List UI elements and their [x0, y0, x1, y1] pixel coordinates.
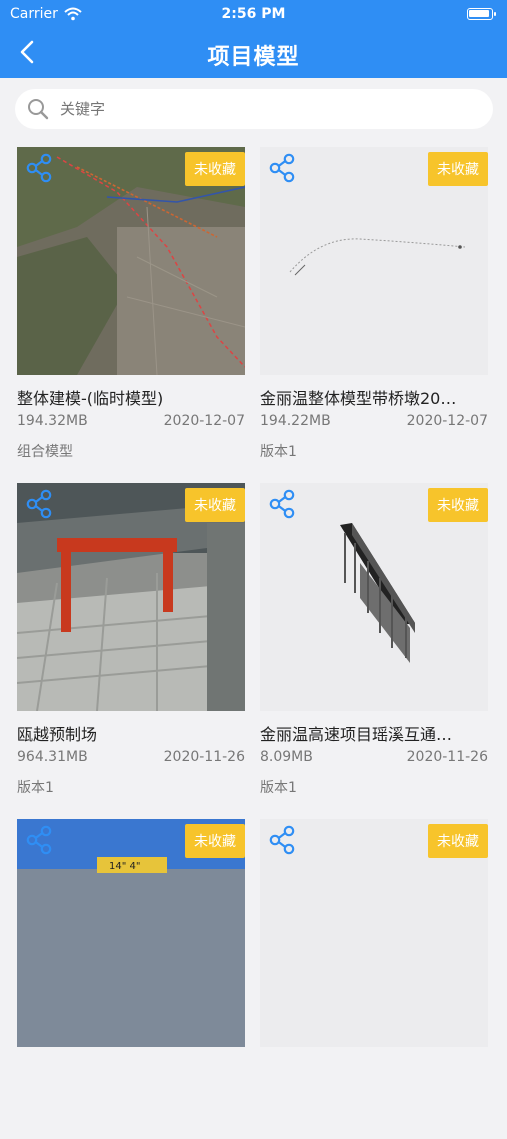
model-version: 版本1: [260, 444, 297, 460]
model-thumbnail[interactable]: 未收藏: [260, 483, 488, 711]
model-size: 194.32MB: [17, 413, 88, 429]
unfavorited-badge[interactable]: 未收藏: [185, 152, 245, 186]
search-input[interactable]: [60, 89, 480, 129]
svg-text:14" 4": 14" 4": [109, 861, 140, 872]
model-date: 2020-11-26: [406, 749, 488, 765]
share-icon[interactable]: [25, 489, 53, 519]
model-name: 瓯越预制场: [17, 725, 98, 744]
navigation-bar: 项目模型: [0, 30, 507, 74]
model-card[interactable]: 14" 4" 未收藏: [17, 819, 245, 1139]
model-date: 2020-12-07: [406, 413, 488, 429]
model-card[interactable]: 未收藏 整体建模-(临时模型) 194.32MB 2020-12-07 组合模型: [17, 147, 245, 467]
share-icon[interactable]: [268, 153, 296, 183]
unfavorited-badge[interactable]: 未收藏: [185, 488, 245, 522]
model-date: 2020-11-26: [163, 749, 245, 765]
model-thumbnail[interactable]: 未收藏: [260, 819, 488, 1047]
page-title: 项目模型: [207, 45, 300, 70]
model-card[interactable]: 未收藏 金丽温高速项目瑶溪互通… 8.09MB 2020-11-26 版本1: [260, 483, 488, 803]
model-thumbnail[interactable]: 14" 4" 未收藏: [17, 819, 245, 1047]
model-size: 8.09MB: [260, 749, 313, 765]
share-icon[interactable]: [268, 825, 296, 855]
model-card[interactable]: 未收藏: [260, 819, 488, 1139]
unfavorited-badge[interactable]: 未收藏: [428, 488, 488, 522]
model-name: 整体建模-(临时模型): [17, 389, 164, 408]
model-thumbnail[interactable]: 未收藏: [17, 147, 245, 375]
status-bar: Carrier 2:56 PM: [0, 4, 507, 24]
search-icon: [28, 99, 49, 120]
model-size: 194.22MB: [260, 413, 331, 429]
model-date: 2020-12-07: [163, 413, 245, 429]
model-card[interactable]: 未收藏 金丽温整体模型带桥墩20… 194.22MB 2020-12-07 版本…: [260, 147, 488, 467]
model-thumbnail[interactable]: 未收藏: [260, 147, 488, 375]
unfavorited-badge[interactable]: 未收藏: [428, 824, 488, 858]
unfavorited-badge[interactable]: 未收藏: [185, 824, 245, 858]
search-bar[interactable]: [15, 89, 493, 129]
model-name: 金丽温整体模型带桥墩20…: [260, 389, 457, 408]
clock: 2:56 PM: [221, 6, 286, 22]
share-icon[interactable]: [25, 153, 53, 183]
share-icon[interactable]: [25, 825, 53, 855]
unfavorited-badge[interactable]: 未收藏: [428, 152, 488, 186]
top-bar: Carrier 2:56 PM 项目模型: [0, 0, 507, 78]
model-card[interactable]: 未收藏 瓯越预制场 964.31MB 2020-11-26 版本1: [17, 483, 245, 803]
model-version: 版本1: [260, 780, 297, 796]
share-icon[interactable]: [268, 489, 296, 519]
model-size: 964.31MB: [17, 749, 88, 765]
model-version: 组合模型: [17, 444, 73, 460]
model-thumbnail[interactable]: 未收藏: [17, 483, 245, 711]
model-name: 金丽温高速项目瑶溪互通…: [260, 725, 453, 744]
battery-icon: [467, 8, 496, 20]
model-version: 版本1: [17, 780, 54, 796]
